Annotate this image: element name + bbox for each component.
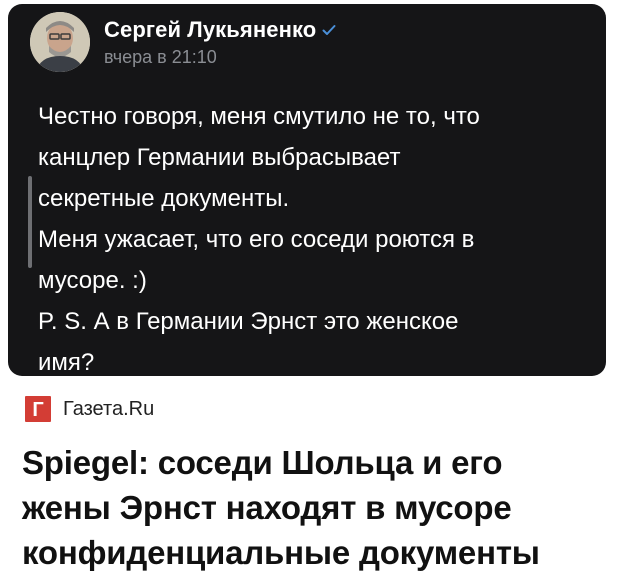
quote-bar (28, 176, 32, 268)
post-line: канцлер Германии выбрасывает (38, 144, 401, 171)
post-line: Честно говоря, меня смутило не то, что (38, 103, 480, 130)
avatar-image (30, 12, 90, 72)
post-line: секретные документы. (38, 185, 290, 212)
screenshot: Сергей Лукьяненко вчера в 21:10 Честно г… (0, 0, 620, 585)
post-header: Сергей Лукьяненко вчера в 21:10 (30, 8, 336, 76)
link-headline[interactable]: Spiegel: соседи Шольца и его жены Эрнст … (22, 440, 612, 575)
author-avatar[interactable] (30, 12, 90, 72)
author-row: Сергей Лукьяненко (104, 17, 336, 43)
post-card: Сергей Лукьяненко вчера в 21:10 Честно г… (8, 4, 606, 376)
post-line: P. S. А в Германии Эрнст это женское (38, 308, 459, 335)
post-line: имя? (38, 349, 95, 376)
post-line: Меня ужасает, что его соседи роются в (38, 226, 475, 253)
post-line: мусоре. :) (38, 267, 147, 294)
gazeta-logo-icon: Г (25, 396, 51, 422)
post-body: Честно говоря, меня смутило не то, что к… (38, 96, 598, 383)
post-meta: Сергей Лукьяненко вчера в 21:10 (104, 17, 336, 68)
author-name[interactable]: Сергей Лукьяненко (104, 17, 316, 43)
source-name: Газета.Ru (63, 397, 155, 420)
verified-check-icon (322, 24, 336, 36)
headline-line: конфиденциальные документы (22, 534, 540, 571)
headline-line: Spiegel: соседи Шольца и его (22, 444, 503, 481)
link-source[interactable]: Г Газета.Ru (25, 394, 154, 424)
post-timestamp[interactable]: вчера в 21:10 (104, 47, 336, 68)
headline-line: жены Эрнст находят в мусоре (22, 489, 512, 526)
